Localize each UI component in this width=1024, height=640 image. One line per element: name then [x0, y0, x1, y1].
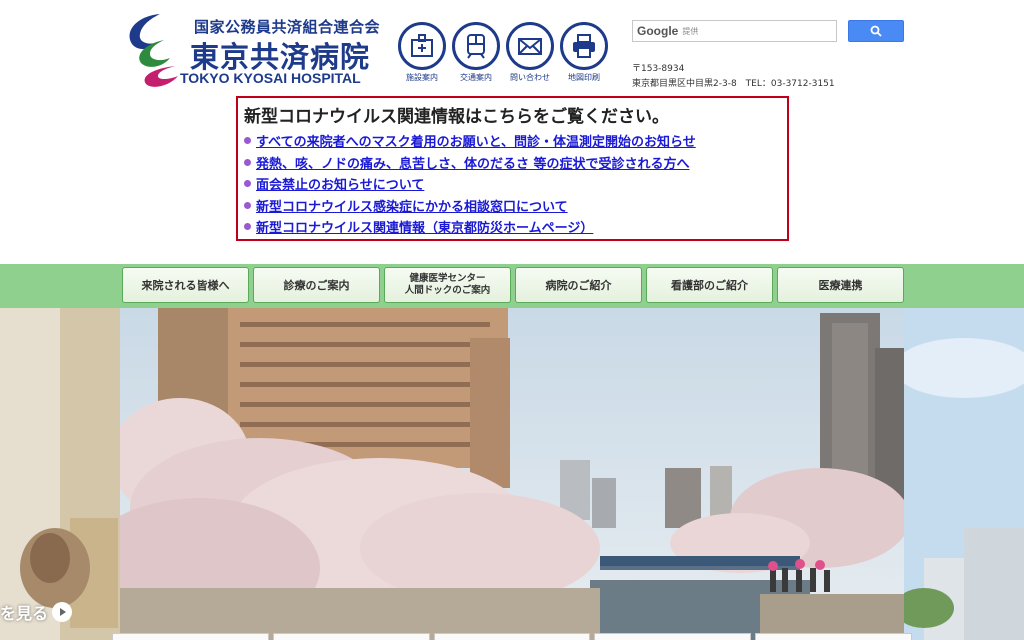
search-button[interactable] [848, 20, 904, 42]
hospital-logo[interactable]: 国家公務員共済組合連合会 東京共済病院 TOKYO KYOSAI HOSPITA… [118, 8, 398, 88]
nav-nursing[interactable]: 看護部のご紹介 [646, 267, 773, 303]
train-icon [452, 22, 500, 70]
bullet-icon [244, 158, 251, 166]
hero-image-hospital [120, 308, 904, 640]
tab-edge [594, 633, 752, 640]
site-search: Google 提供 [632, 20, 904, 42]
notice-link-tokyo[interactable]: 新型コロナウイルス関連情報（東京都防災ホームページ） [256, 217, 593, 236]
hospital-cherry-blossom-image [120, 308, 904, 640]
bullet-icon [244, 180, 251, 188]
icon-label: 問い合わせ [510, 73, 550, 82]
list-item: 面会禁止のお知らせについて [244, 173, 781, 195]
mail-icon [506, 22, 554, 70]
hospital-name-en: TOKYO KYOSAI HOSPITAL [180, 70, 361, 86]
notice-list: すべての来院者へのマスク着用のお願いと、問診・体温測定開始のお知らせ 発熱、咳、… [244, 130, 781, 238]
page: 国家公務員共済組合連合会 東京共済病院 TOKYO KYOSAI HOSPITA… [0, 0, 1024, 640]
bullet-icon [244, 201, 251, 209]
list-item: 新型コロナウイルス感染症にかかる相談窓口について [244, 195, 781, 217]
hospital-address: 〒153-8934 東京都目黒区中目黒2-3-8 TEL：03-3712-315… [632, 62, 835, 92]
hero-next-slide[interactable] [904, 308, 1024, 640]
nav-departments[interactable]: 診療のご案内 [253, 267, 380, 303]
list-item: 発熱、咳、ノドの痛み、息苦しさ、体のだるさ 等の症状で受診される方へ [244, 152, 781, 174]
icon-label: 施設案内 [406, 73, 438, 82]
google-brand: Google [637, 24, 679, 38]
postal-code: 〒153-8934 [632, 64, 685, 74]
notice-link-consult[interactable]: 新型コロナウイルス感染症にかかる相談窓口について [256, 196, 568, 215]
search-input[interactable]: Google 提供 [632, 20, 837, 42]
nav-visitors[interactable]: 来院される皆様へ [122, 267, 249, 303]
building-image [904, 308, 1024, 640]
room-image [0, 308, 120, 640]
bullet-icon [244, 137, 251, 145]
bottom-tabs-edge [112, 633, 912, 640]
list-item: 新型コロナウイルス関連情報（東京都防災ホームページ） [244, 216, 781, 238]
tab-edge [272, 633, 430, 640]
play-icon [52, 602, 73, 622]
map-print-link[interactable]: 地図印刷 [560, 22, 608, 83]
main-nav: 来院される皆様へ 診療のご案内 健康医学センター 人間ドックのご案内 病院のご紹… [122, 267, 904, 303]
access-guide-link[interactable]: 交通案内 [452, 22, 500, 83]
hero-prev-slide[interactable]: を見る [0, 308, 120, 640]
bullet-icon [244, 223, 251, 231]
tab-edge [433, 633, 591, 640]
notice-link-symptoms[interactable]: 発熱、咳、ノドの痛み、息苦しさ、体のだるさ 等の症状で受診される方へ [256, 153, 690, 172]
printer-icon [560, 22, 608, 70]
notice-title: 新型コロナウイルス関連情報はこちらをご覧ください。 [244, 107, 669, 127]
nav-health-center[interactable]: 健康医学センター 人間ドックのご案内 [384, 267, 511, 303]
notice-link-mask[interactable]: すべての来院者へのマスク着用のお願いと、問診・体温測定開始のお知らせ [256, 131, 696, 150]
icon-links: 施設案内 交通案内 問い合わせ 地図印刷 [398, 22, 608, 83]
contact-link[interactable]: 問い合わせ [506, 22, 554, 83]
building-icon [398, 22, 446, 70]
tab-edge [755, 633, 912, 640]
see-more-label: を見る [0, 604, 49, 623]
nav-about[interactable]: 病院のご紹介 [515, 267, 642, 303]
hero-slider: を見る [0, 308, 1024, 640]
address-line: 東京都目黒区中目黒2-3-8 TEL：03-3712-3151 [632, 79, 835, 89]
icon-label: 地図印刷 [568, 73, 600, 82]
icon-label: 交通案内 [460, 73, 492, 82]
see-more-link[interactable]: を見る [0, 600, 73, 624]
notice-link-visits[interactable]: 面会禁止のお知らせについて [256, 174, 424, 193]
nav-medical-cooperation[interactable]: 医療連携 [777, 267, 904, 303]
tab-edge [112, 633, 269, 640]
facility-guide-link[interactable]: 施設案内 [398, 22, 446, 83]
covid-notice-box: 新型コロナウイルス関連情報はこちらをご覧ください。 すべての来院者へのマスク着用… [236, 96, 789, 241]
search-icon [870, 25, 882, 37]
list-item: すべての来院者へのマスク着用のお願いと、問診・体温測定開始のお知らせ [244, 130, 781, 152]
search-placeholder: 提供 [682, 26, 699, 36]
